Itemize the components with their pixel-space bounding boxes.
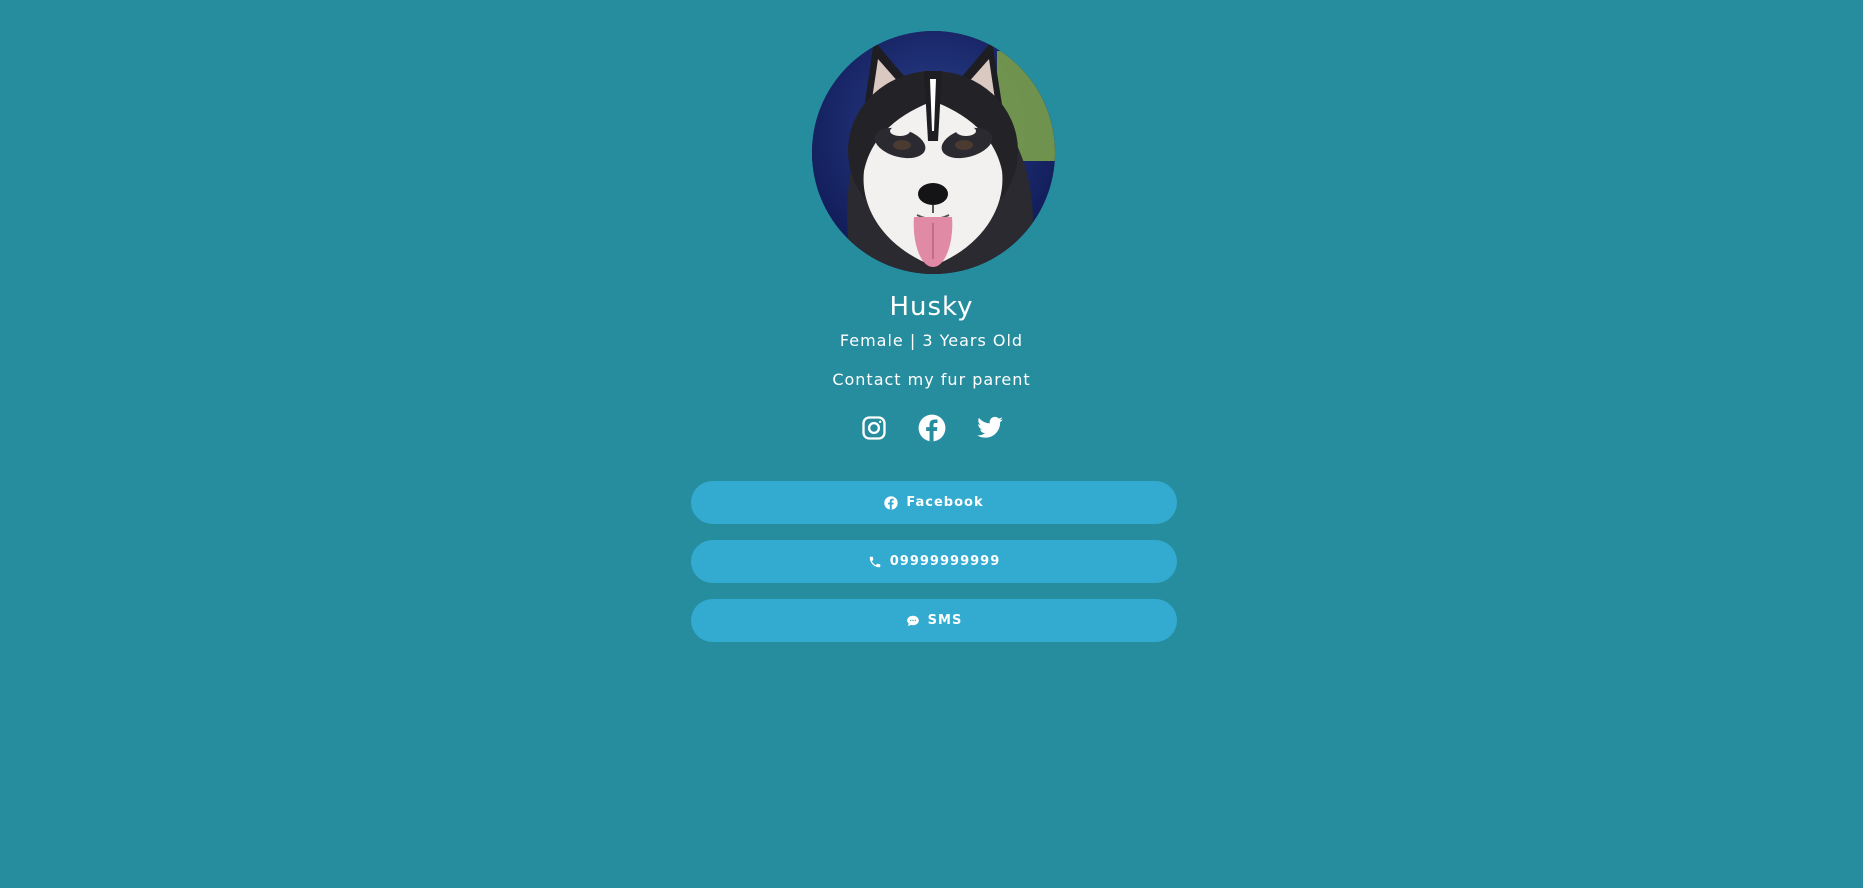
sms-button-label: SMS: [927, 613, 963, 628]
instagram-icon[interactable]: [860, 414, 888, 442]
phone-button-label: 09999999999: [889, 554, 1001, 569]
facebook-icon[interactable]: [918, 414, 946, 442]
phone-button[interactable]: 09999999999: [691, 540, 1177, 583]
phone-icon: [868, 555, 882, 569]
facebook-button[interactable]: Facebook: [691, 481, 1177, 524]
profile-avatar: [812, 31, 1055, 274]
sms-button[interactable]: SMS: [691, 599, 1177, 642]
facebook-icon: [884, 495, 899, 510]
chat-icon: [906, 614, 920, 628]
profile-page: Husky Female | 3 Years Old Contact my fu…: [0, 0, 1863, 888]
twitter-icon[interactable]: [976, 414, 1004, 442]
pet-details: Female | 3 Years Old: [839, 331, 1024, 350]
contact-heading: Contact my fur parent: [832, 370, 1031, 389]
facebook-button-label: Facebook: [906, 495, 984, 510]
husky-photo: [812, 31, 1055, 274]
pet-name: Husky: [889, 292, 974, 322]
